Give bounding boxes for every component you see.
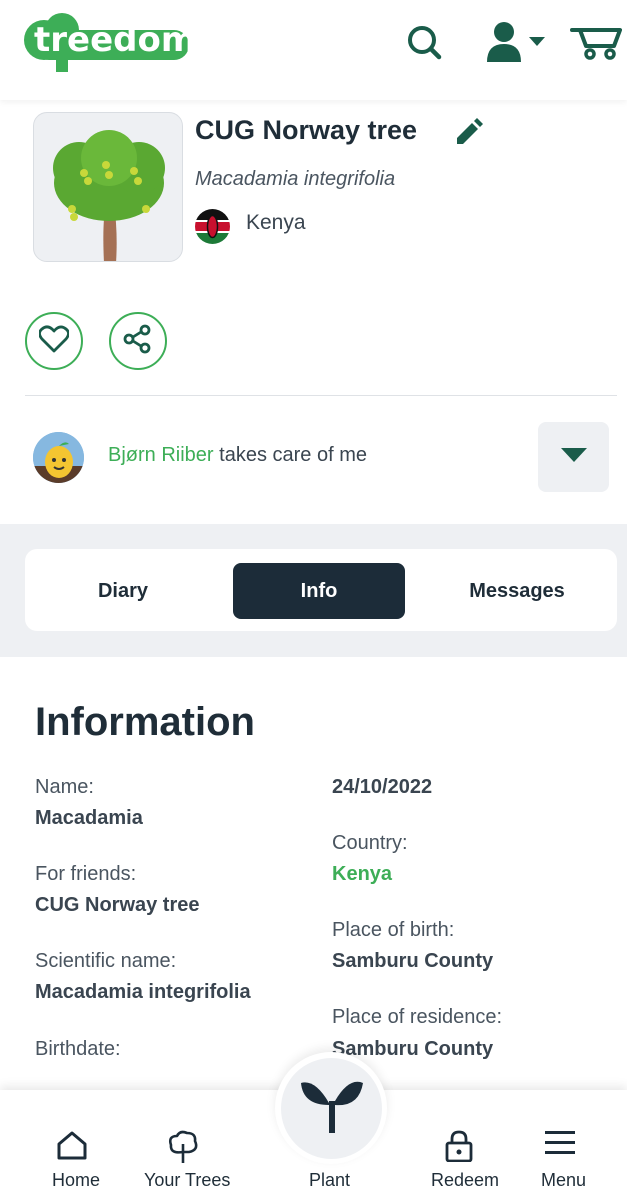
friends-label: For friends:	[35, 863, 137, 885]
nav-redeem-label[interactable]: Redeem	[431, 1170, 499, 1191]
app-header: treedom	[0, 0, 627, 100]
kenya-flag-icon	[195, 209, 230, 244]
caretaker-name-link[interactable]: Bjørn Riiber	[108, 444, 214, 466]
tree-illustration	[33, 112, 183, 262]
birth-place-label: Place of birth:	[332, 919, 455, 941]
treedom-logo[interactable]: treedom	[22, 10, 196, 74]
country-value-link[interactable]: Kenya	[332, 863, 392, 886]
chevron-down-icon	[560, 447, 587, 467]
expand-caretaker-button[interactable]	[538, 422, 609, 492]
nav-plant-label[interactable]: Plant	[309, 1170, 350, 1191]
residence-label: Place of residence:	[332, 1006, 503, 1028]
name-label: Name:	[35, 776, 94, 798]
nav-home[interactable]	[56, 1130, 88, 1165]
divider	[25, 395, 617, 396]
tree-icon	[166, 1130, 200, 1169]
search-icon[interactable]	[405, 20, 443, 69]
hamburger-menu-icon	[545, 1130, 575, 1161]
user-icon[interactable]	[485, 20, 549, 69]
country-label: Country:	[332, 832, 408, 854]
nav-redeem[interactable]	[445, 1130, 473, 1167]
tab-info[interactable]: Info	[233, 563, 405, 619]
scientific-name-label: Scientific name:	[35, 950, 177, 972]
tab-bar: Diary Info Messages	[25, 549, 617, 631]
heart-icon	[38, 325, 70, 358]
birthdate-label: Birthdate:	[35, 1038, 121, 1060]
tree-country: Kenya	[246, 211, 306, 234]
nav-menu[interactable]	[545, 1130, 575, 1161]
share-button[interactable]	[109, 312, 167, 370]
share-icon	[123, 324, 153, 359]
birth-place-value: Samburu County	[332, 950, 494, 972]
nav-home-label[interactable]: Home	[52, 1170, 100, 1191]
sprout-icon	[300, 1079, 363, 1138]
nav-your-trees-label[interactable]: Your Trees	[144, 1170, 230, 1191]
lock-icon	[445, 1130, 473, 1167]
favorite-button[interactable]	[25, 312, 83, 370]
plant-button[interactable]	[281, 1058, 382, 1159]
name-value: Macadamia	[35, 807, 143, 829]
caretaker-line: Bjørn Riiber takes care of me	[108, 444, 367, 467]
information-heading: Information	[35, 700, 255, 744]
caretaker-suffix: takes care of me	[219, 444, 367, 466]
nav-your-trees[interactable]	[166, 1130, 200, 1169]
logo-text: treedom	[34, 20, 197, 60]
nav-menu-label[interactable]: Menu	[541, 1170, 586, 1191]
cart-icon[interactable]	[570, 24, 622, 65]
scientific-name: Macadamia integrifolia	[195, 168, 396, 190]
tab-messages[interactable]: Messages	[431, 563, 603, 619]
home-icon	[56, 1130, 88, 1165]
friends-value: CUG Norway tree	[35, 894, 200, 916]
birthdate-value: 24/10/2022	[332, 776, 433, 798]
caretaker-avatar	[33, 432, 84, 483]
scientific-name-value: Macadamia integrifolia	[35, 981, 251, 1003]
tree-name: CUG Norway tree	[195, 115, 418, 145]
tab-diary[interactable]: Diary	[39, 563, 207, 619]
edit-pencil-icon[interactable]	[453, 118, 483, 153]
